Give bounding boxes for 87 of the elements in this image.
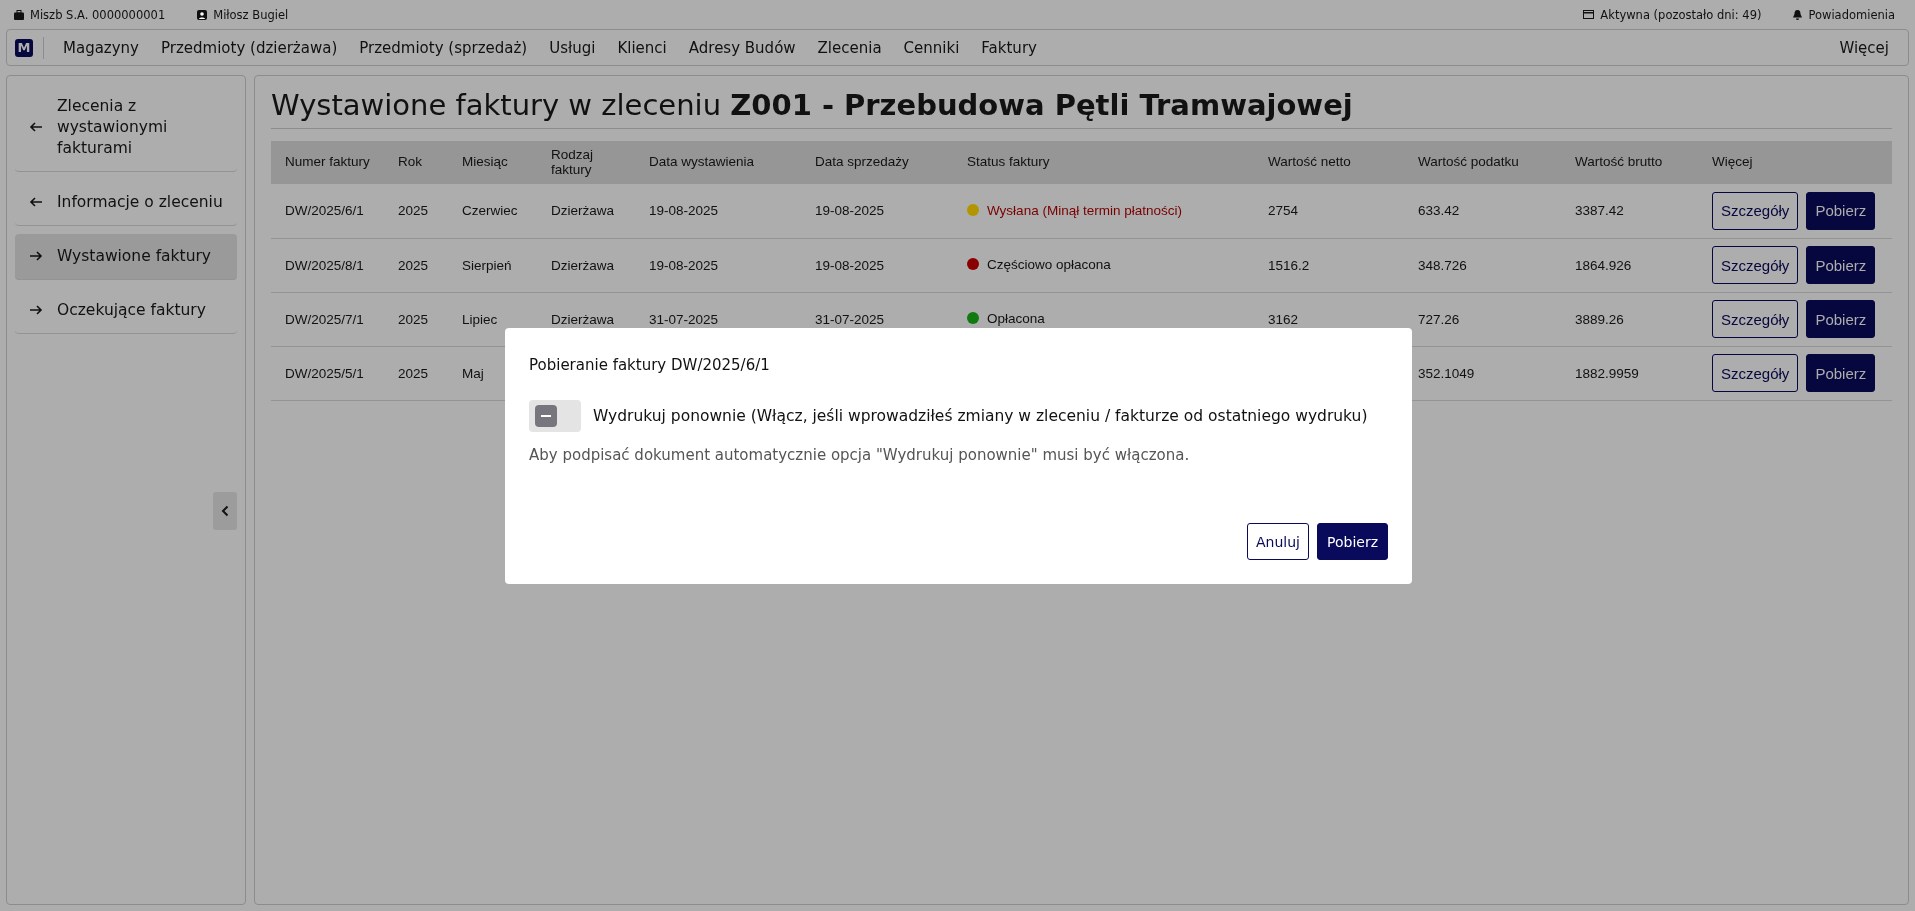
user-icon bbox=[197, 9, 208, 20]
sidebar-item[interactable]: Wystawione faktury bbox=[15, 233, 237, 280]
tax-value: 348.726 bbox=[1418, 257, 1467, 273]
column-header: Status faktury bbox=[953, 141, 1254, 184]
year-cell: 2025 bbox=[398, 365, 429, 381]
net-value: 3162 bbox=[1268, 311, 1299, 327]
page-title: Wystawione faktury w zleceniu Z001 - Przebudowa Pętli Tramwajowej bbox=[271, 88, 1892, 129]
column-header: Numer faktury bbox=[271, 141, 384, 184]
nav-link[interactable]: Cenniki bbox=[892, 38, 971, 57]
tax-value: 727.26 bbox=[1418, 311, 1460, 327]
app-logo[interactable]: M bbox=[15, 38, 33, 57]
chevron-left-icon bbox=[221, 505, 229, 517]
dialog-title: Pobieranie faktury DW/2025/6/1 bbox=[529, 356, 771, 374]
details-button[interactable]: Szczegóły bbox=[1712, 354, 1799, 392]
download-button[interactable]: Pobierz bbox=[1806, 354, 1876, 392]
tax-value: 633.42 bbox=[1418, 203, 1460, 219]
month-cell: Sierpień bbox=[462, 257, 512, 273]
column-header: Miesiąc bbox=[448, 141, 537, 184]
column-header: Wartość netto bbox=[1254, 141, 1404, 184]
net-value: 2754 bbox=[1268, 203, 1299, 219]
net-value: 1516.2 bbox=[1268, 257, 1310, 273]
year-cell: 2025 bbox=[398, 203, 429, 219]
bell-icon bbox=[1793, 9, 1803, 20]
type-cell: Dzierżawa bbox=[551, 203, 615, 219]
type-cell: Dzierżawa bbox=[551, 257, 615, 273]
nav-link[interactable]: Klienci bbox=[606, 38, 678, 57]
notifications-link[interactable]: Powiadomienia bbox=[1808, 7, 1895, 22]
invoice-number: DW/2025/6/1 bbox=[285, 203, 364, 219]
type-cell: Dzierżawa bbox=[551, 311, 615, 327]
cancel-button[interactable]: Anuluj bbox=[1247, 523, 1309, 560]
sale-date: 19-08-2025 bbox=[815, 203, 885, 219]
nav-link[interactable]: Adresy Budów bbox=[677, 38, 807, 57]
nav-link[interactable]: Zlecenia bbox=[806, 38, 893, 57]
invoice-number: DW/2025/8/1 bbox=[285, 257, 364, 273]
gross-value: 3387.42 bbox=[1575, 203, 1624, 219]
download-button[interactable]: Pobierz bbox=[1806, 300, 1876, 338]
month-cell: Czerwiec bbox=[462, 203, 518, 219]
nav-link[interactable]: Magazyny bbox=[52, 38, 150, 57]
briefcase-icon bbox=[14, 9, 24, 20]
column-header: Rok bbox=[384, 141, 448, 184]
minus-icon bbox=[541, 415, 551, 417]
nav-link[interactable]: Faktury bbox=[970, 38, 1048, 57]
download-confirm-button[interactable]: Pobierz bbox=[1317, 523, 1388, 560]
gross-value: 1882.9959 bbox=[1575, 365, 1639, 381]
invoice-status: Wysłana (Minął termin płatności) bbox=[987, 202, 1182, 218]
company-name: Miszb S.A. 0000000001 bbox=[30, 7, 166, 22]
column-header: Data sprzedaży bbox=[801, 141, 953, 184]
year-cell: 2025 bbox=[398, 311, 429, 327]
column-header: Data wystawienia bbox=[635, 141, 801, 184]
reprint-label: Wydrukuj ponownie (Włącz, jeśli wprowadziłeś zmiany w zleceniu / fakturze od ostatniego wydruku) bbox=[593, 407, 1368, 425]
issue-date: 31-07-2025 bbox=[649, 311, 719, 327]
collapse-button[interactable] bbox=[213, 492, 237, 530]
issue-date: 19-08-2025 bbox=[649, 257, 719, 273]
details-button[interactable]: Szczegóły bbox=[1712, 246, 1799, 284]
download-button[interactable]: Pobierz bbox=[1806, 246, 1876, 284]
more-menu[interactable]: Więcej bbox=[1828, 38, 1900, 57]
invoice-number: DW/2025/7/1 bbox=[285, 311, 364, 327]
invoice-status: Opłacona bbox=[987, 310, 1045, 326]
column-header: Więcej bbox=[1698, 141, 1892, 184]
month-cell: Lipiec bbox=[462, 311, 498, 327]
column-header: Wartość podatku bbox=[1404, 141, 1561, 184]
details-button[interactable]: Szczegóły bbox=[1712, 300, 1799, 338]
year-cell: 2025 bbox=[398, 257, 429, 273]
sidebar-item[interactable]: Zlecenia z wystawionymi fakturami bbox=[15, 84, 237, 172]
details-button[interactable]: Szczegóły bbox=[1712, 191, 1799, 230]
column-header: Wartość brutto bbox=[1561, 141, 1698, 184]
nav-link[interactable]: Przedmioty (sprzedaż) bbox=[348, 38, 539, 57]
subscription-status[interactable]: Aktywna (pozostało dni: 49) bbox=[1600, 7, 1762, 22]
download-button[interactable]: Pobierz bbox=[1806, 191, 1876, 230]
user-name: Miłosz Bugiel bbox=[213, 7, 289, 22]
invoice-status: Częściowo opłacona bbox=[987, 256, 1111, 272]
month-cell: Maj bbox=[462, 365, 484, 381]
tax-value: 352.1049 bbox=[1418, 365, 1475, 381]
sale-date: 19-08-2025 bbox=[815, 257, 885, 273]
signing-note: Aby podpisać dokument automatycznie opcja "Wydrukuj ponownie" musi być włączona. bbox=[529, 446, 1191, 464]
sidebar-item[interactable]: Informacje o zleceniu bbox=[15, 179, 237, 226]
nav-link[interactable]: Przedmioty (dzierżawa) bbox=[150, 38, 349, 57]
column-header: Rodzaj faktury bbox=[537, 141, 635, 184]
sale-date: 31-07-2025 bbox=[815, 311, 885, 327]
gross-value: 1864.926 bbox=[1575, 257, 1632, 273]
card-icon bbox=[1583, 10, 1595, 19]
reprint-toggle[interactable] bbox=[529, 400, 581, 432]
sidebar-item[interactable]: Oczekujące faktury bbox=[15, 287, 237, 334]
gross-value: 3889.26 bbox=[1575, 311, 1624, 327]
issue-date: 19-08-2025 bbox=[649, 203, 719, 219]
nav-link[interactable]: Usługi bbox=[538, 38, 607, 57]
invoice-number: DW/2025/5/1 bbox=[285, 365, 364, 381]
